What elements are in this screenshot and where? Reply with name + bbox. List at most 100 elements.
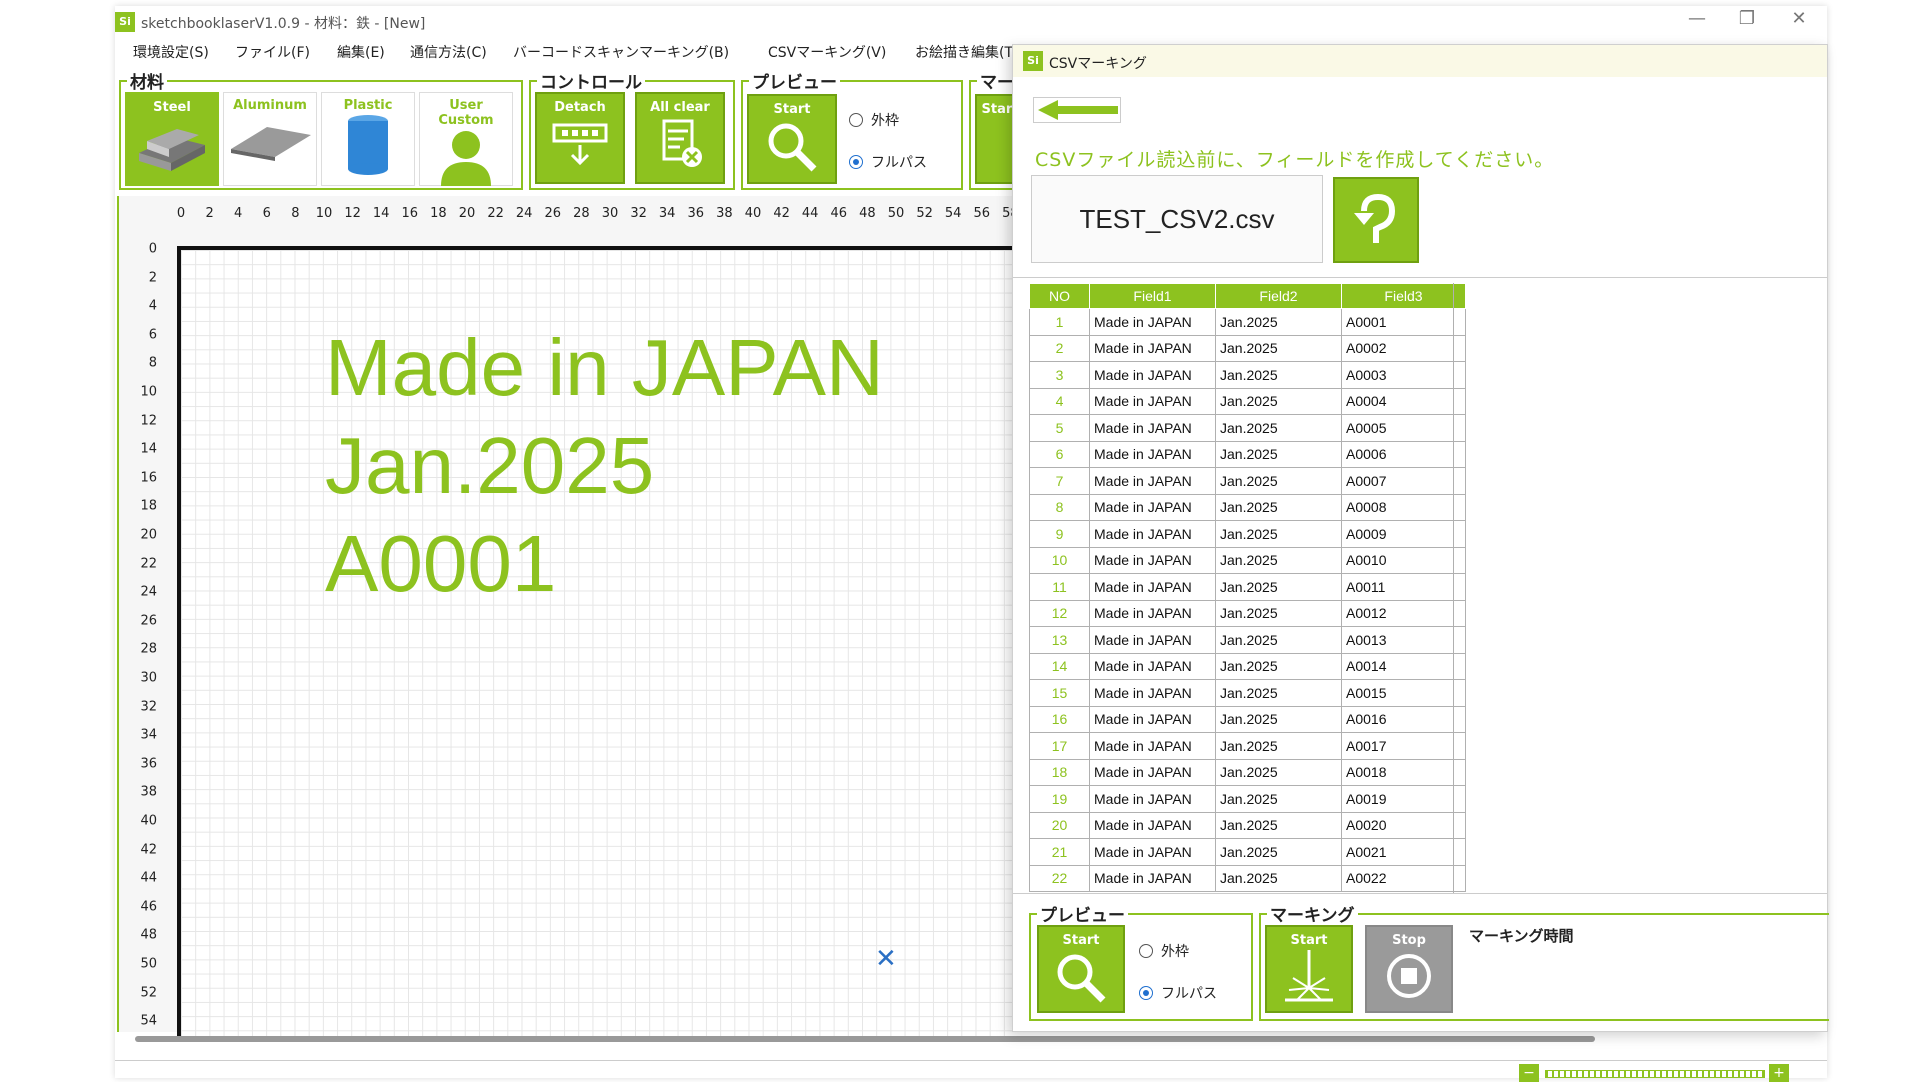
aluminum-label: Aluminum: [233, 98, 307, 113]
canvas-text-line-3[interactable]: A0001: [325, 524, 556, 604]
ruler-h-tick-label: 30: [601, 206, 619, 221]
material-aluminum[interactable]: Aluminum: [223, 92, 317, 186]
table-row[interactable]: 19 Made in JAPAN Jan.2025 A0019: [1029, 785, 1466, 813]
csv-preview-fullpath-radio[interactable]: フルパス: [1139, 983, 1217, 1003]
table-row[interactable]: 4 Made in JAPAN Jan.2025 A0004: [1029, 387, 1466, 415]
ruler-v-tick-label: 52: [140, 985, 157, 1001]
table-row[interactable]: 9 Made in JAPAN Jan.2025 A0009: [1029, 520, 1466, 548]
preview-outline-radio[interactable]: 外枠: [849, 110, 899, 130]
back-button[interactable]: [1033, 97, 1121, 123]
ruler-v-tick-label: 34: [140, 727, 157, 743]
table-row[interactable]: 14 Made in JAPAN Jan.2025 A0014: [1029, 652, 1466, 680]
horizontal-scrollbar[interactable]: [135, 1036, 1595, 1042]
table-row[interactable]: 11 Made in JAPAN Jan.2025 A0011: [1029, 573, 1466, 601]
col-header-field1[interactable]: Field1: [1089, 283, 1216, 309]
restore-icon[interactable]: ❐: [1727, 8, 1767, 29]
cell-field3: A0020: [1341, 811, 1466, 839]
cell-no: 2: [1029, 334, 1090, 362]
csv-marking-start-button[interactable]: Start: [1265, 925, 1353, 1013]
table-row[interactable]: 3 Made in JAPAN Jan.2025 A0003: [1029, 361, 1466, 389]
stop-icon: [1387, 954, 1431, 998]
ruler-v-tick-label: 6: [148, 327, 157, 343]
col-header-field3[interactable]: Field3: [1341, 283, 1466, 309]
table-row[interactable]: 5 Made in JAPAN Jan.2025 A0005: [1029, 414, 1466, 442]
menu-comm[interactable]: 通信方法(C): [410, 42, 487, 62]
ruler-h-tick-label: 44: [801, 206, 819, 221]
cell-field3: A0007: [1341, 467, 1466, 495]
col-header-no[interactable]: NO: [1029, 283, 1090, 309]
ruler-h-tick-label: 46: [830, 206, 848, 221]
table-row[interactable]: 20 Made in JAPAN Jan.2025 A0020: [1029, 811, 1466, 839]
minimize-icon[interactable]: —: [1677, 8, 1717, 29]
zoom-in-icon[interactable]: +: [1769, 1064, 1789, 1082]
ruler-h-tick-label: 28: [573, 206, 590, 221]
reload-button[interactable]: [1333, 177, 1419, 263]
cell-no: 1: [1029, 308, 1090, 336]
csv-table-header: NO Field1 Field2 Field3: [1029, 283, 1466, 309]
canvas-text-line-2[interactable]: Jan.2025: [325, 426, 654, 506]
table-row[interactable]: 6 Made in JAPAN Jan.2025 A0006: [1029, 440, 1466, 468]
table-row[interactable]: 18 Made in JAPAN Jan.2025 A0018: [1029, 758, 1466, 786]
divider: [1013, 277, 1827, 278]
menu-edit[interactable]: 編集(E): [337, 42, 385, 62]
csv-marking-stop-button[interactable]: Stop: [1365, 925, 1453, 1013]
cell-field1: Made in JAPAN: [1089, 546, 1216, 574]
canvas-text-line-1[interactable]: Made in JAPAN: [325, 328, 884, 408]
ruler-v-tick-label: 2: [148, 270, 157, 286]
table-row[interactable]: 7 Made in JAPAN Jan.2025 A0007: [1029, 467, 1466, 495]
csv-preview-outline-radio[interactable]: 外枠: [1139, 941, 1189, 961]
preview-start-label: Start: [773, 102, 811, 117]
csv-preview-start-button[interactable]: Start: [1037, 925, 1125, 1013]
ruler-h-tick-label: 32: [630, 206, 647, 221]
ruler-h-tick-label: 38: [716, 206, 733, 221]
preview-start-button[interactable]: Start: [747, 94, 837, 184]
menu-file[interactable]: ファイル(F): [235, 42, 310, 62]
preview-fullpath-radio[interactable]: フルパス: [849, 152, 927, 172]
table-row[interactable]: 8 Made in JAPAN Jan.2025 A0008: [1029, 493, 1466, 521]
cell-field2: Jan.2025: [1215, 493, 1342, 521]
table-row[interactable]: 1 Made in JAPAN Jan.2025 A0001: [1029, 308, 1466, 336]
csv-marking-label: マーキング: [1267, 901, 1358, 926]
cell-field3: A0001: [1341, 308, 1466, 336]
outline-label: 外枠: [1161, 944, 1189, 960]
cell-no: 16: [1029, 705, 1090, 733]
detach-button[interactable]: Detach: [535, 92, 625, 184]
zoom-slider[interactable]: [1545, 1070, 1765, 1078]
csv-dialog-title: CSVマーキング: [1049, 56, 1147, 72]
cell-field2: Jan.2025: [1215, 626, 1342, 654]
material-plastic[interactable]: Plastic: [321, 92, 415, 186]
material-user-custom[interactable]: User Custom: [419, 92, 513, 186]
col-header-field2[interactable]: Field2: [1215, 283, 1342, 309]
close-icon[interactable]: ✕: [1779, 8, 1819, 29]
table-row[interactable]: 22 Made in JAPAN Jan.2025 A0022: [1029, 864, 1466, 892]
ruler-h-tick-label: 54: [944, 206, 962, 221]
table-row[interactable]: 17 Made in JAPAN Jan.2025 A0017: [1029, 732, 1466, 760]
cell-field1: Made in JAPAN: [1089, 811, 1216, 839]
cell-field3: A0011: [1341, 573, 1466, 601]
table-row[interactable]: 2 Made in JAPAN Jan.2025 A0002: [1029, 334, 1466, 362]
ruler-h-tick-label: 4: [234, 206, 243, 221]
cell-field3: A0002: [1341, 334, 1466, 362]
all-clear-button[interactable]: All clear: [635, 92, 725, 184]
cell-no: 17: [1029, 732, 1090, 760]
csv-table-body: 1 Made in JAPAN Jan.2025 A0001 2 Made in JAPA…: [1029, 308, 1466, 892]
cell-field2: Jan.2025: [1215, 652, 1342, 680]
table-row[interactable]: 12 Made in JAPAN Jan.2025 A0012: [1029, 599, 1466, 627]
csv-filename-button[interactable]: TEST_CSV2.csv: [1031, 175, 1323, 263]
cell-field3: A0019: [1341, 785, 1466, 813]
outline-label: 外枠: [871, 113, 899, 129]
window-title: sketchbooklaserV1.0.9 - 材料：鉄 - [New]: [141, 16, 426, 32]
menu-csv[interactable]: CSVマーキング(V): [768, 42, 886, 62]
table-row[interactable]: 13 Made in JAPAN Jan.2025 A0013: [1029, 626, 1466, 654]
menu-barcode[interactable]: バーコードスキャンマーキング(B): [513, 42, 729, 62]
table-row[interactable]: 16 Made in JAPAN Jan.2025 A0016: [1029, 705, 1466, 733]
plastic-label: Plastic: [343, 98, 393, 113]
cell-no: 21: [1029, 838, 1090, 866]
ruler-h-tick-label: 12: [344, 206, 361, 221]
zoom-out-icon[interactable]: −: [1519, 1064, 1539, 1082]
table-row[interactable]: 15 Made in JAPAN Jan.2025 A0015: [1029, 679, 1466, 707]
ruler-v-tick-label: 4: [148, 298, 157, 314]
table-row[interactable]: 10 Made in JAPAN Jan.2025 A0010: [1029, 546, 1466, 574]
menu-drawing[interactable]: お絵描き編集(T): [915, 42, 1018, 62]
table-row[interactable]: 21 Made in JAPAN Jan.2025 A0021: [1029, 838, 1466, 866]
